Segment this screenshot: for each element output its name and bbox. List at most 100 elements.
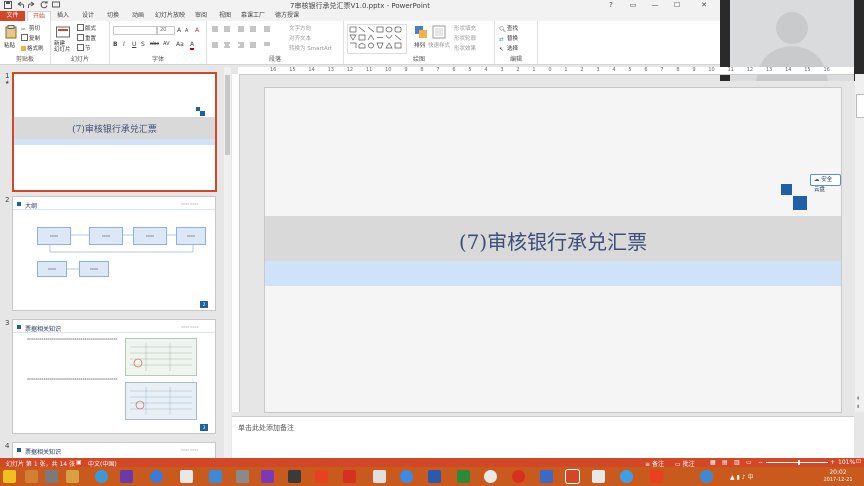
arrange-button[interactable]: 排列 bbox=[414, 41, 425, 49]
select-button[interactable]: ↖ 选择 bbox=[499, 44, 518, 54]
text-direction-button[interactable]: 文字方向 bbox=[289, 24, 311, 32]
thumbnail-scrollbar[interactable] bbox=[224, 67, 231, 458]
slide-scrollbar[interactable]: ⇞ ⇟ bbox=[855, 74, 864, 412]
zoom-slider-thumb[interactable] bbox=[798, 460, 800, 465]
next-slide-icon[interactable]: ⇟ bbox=[856, 404, 863, 410]
tab-view[interactable]: 视图 bbox=[214, 11, 236, 21]
taskbar-app-icon[interactable] bbox=[373, 470, 386, 483]
copy-button[interactable]: 复制 bbox=[21, 34, 40, 42]
secure-cloud-badge[interactable]: ☁ 安全云盘 bbox=[810, 174, 841, 193]
clear-format-button[interactable]: A bbox=[195, 27, 199, 34]
grow-font-button[interactable]: A bbox=[177, 27, 181, 34]
slide-canvas[interactable]: (7)审核银行承兑汇票 ☁ 安全云盘 bbox=[264, 87, 842, 413]
taskbar-app-icon[interactable] bbox=[620, 470, 633, 483]
help-icon[interactable]: ? bbox=[600, 0, 622, 11]
shapes-gallery[interactable] bbox=[347, 24, 407, 54]
clock-time[interactable]: 20:02 bbox=[818, 469, 858, 476]
taskbar-app-icon[interactable] bbox=[315, 470, 328, 483]
slideshow-view-icon[interactable]: ▭ bbox=[746, 459, 752, 466]
font-color-button[interactable]: A bbox=[190, 41, 195, 50]
tab-transitions[interactable]: 切换 bbox=[102, 11, 124, 21]
tray-icons[interactable]: ▲ ▮ ♪ 中 bbox=[730, 472, 753, 481]
slide-thumbnail-2[interactable]: 大纲 XXXX XXXX XXXX XXXX XXXX XXXX XXXX XX… bbox=[12, 196, 216, 311]
section-button[interactable]: 节 bbox=[77, 44, 91, 52]
paste-icon[interactable] bbox=[4, 25, 18, 39]
maximize-button[interactable]: ☐ bbox=[666, 0, 688, 11]
slide-thumbnail-1[interactable]: (7)审核银行承兑汇票 bbox=[12, 72, 217, 192]
tab-mooc-factory[interactable]: 慕课工厂 bbox=[238, 11, 268, 21]
fit-slide-icon[interactable]: ⊡ bbox=[856, 458, 861, 465]
spellcheck-icon[interactable]: ▣ bbox=[76, 459, 82, 466]
word-icon[interactable] bbox=[428, 470, 441, 483]
chrome-icon[interactable] bbox=[484, 470, 497, 483]
tab-insert[interactable]: 插入 bbox=[52, 11, 74, 21]
format-painter-button[interactable]: 格式刷 bbox=[21, 44, 44, 52]
cut-button[interactable]: ✂ 剪切 bbox=[21, 24, 40, 34]
convert-smartart-button[interactable]: 转换为 SmartArt bbox=[289, 44, 332, 52]
taskbar-app-icon[interactable] bbox=[540, 470, 553, 483]
shrink-font-button[interactable]: A bbox=[185, 28, 188, 34]
taskbar-app-icon[interactable] bbox=[180, 470, 193, 483]
new-slide-icon[interactable] bbox=[56, 25, 70, 39]
slide-scroll-thumb[interactable] bbox=[856, 94, 864, 118]
strikethrough-button[interactable]: abc bbox=[150, 41, 159, 47]
align-text-button[interactable]: 对齐文本 bbox=[289, 34, 311, 42]
shadow-button[interactable]: S bbox=[141, 41, 145, 48]
taskbar-app-icon[interactable] bbox=[650, 470, 663, 483]
taskbar-app-icon[interactable] bbox=[236, 470, 249, 483]
arrange-icon[interactable] bbox=[414, 25, 428, 39]
ribbon-display-icon[interactable]: ▭ bbox=[622, 0, 644, 11]
shape-outline-button[interactable]: 形状轮廓 bbox=[454, 34, 476, 42]
zoom-level[interactable]: 101% bbox=[838, 459, 855, 466]
new-slide-button[interactable]: 新建 幻灯片 bbox=[54, 41, 71, 53]
change-case-button[interactable]: Aa bbox=[176, 41, 184, 48]
tab-review[interactable]: 审阅 bbox=[190, 11, 212, 21]
slide-thumbnail-3[interactable]: 票据相关知识 XXXX XXXX XXXXXXXXXXXXXXXXXXXXXXX… bbox=[12, 319, 216, 434]
taskbar-app-icon[interactable] bbox=[288, 470, 301, 483]
taskbar-app-icon[interactable] bbox=[150, 470, 163, 483]
taskbar-app-icon[interactable] bbox=[400, 470, 413, 483]
normal-view-icon[interactable]: ▦ bbox=[710, 459, 716, 466]
shape-fill-button[interactable]: 形状填充 bbox=[454, 24, 476, 32]
zoom-slider[interactable] bbox=[766, 460, 828, 465]
powerpoint-icon[interactable] bbox=[565, 469, 580, 484]
font-name-combo[interactable] bbox=[113, 26, 157, 35]
slide-thumbnail-4[interactable]: 票据相关知识 XXXX XXXX bbox=[12, 442, 216, 459]
bold-button[interactable]: B bbox=[113, 41, 118, 48]
quick-styles-icon[interactable] bbox=[432, 25, 446, 39]
reading-view-icon[interactable]: ▥ bbox=[734, 459, 740, 466]
paragraph-tools-icon[interactable] bbox=[210, 25, 280, 55]
taskbar-app-icon[interactable] bbox=[343, 470, 356, 483]
visual-studio-icon[interactable] bbox=[120, 470, 133, 483]
close-button[interactable]: ✕ bbox=[688, 0, 720, 11]
clock-date[interactable]: 2017-12-21 bbox=[818, 477, 858, 483]
taskbar-app-icon[interactable] bbox=[457, 470, 470, 483]
taskbar-app-icon[interactable] bbox=[45, 470, 58, 483]
tab-defang-teaching[interactable]: 德方授课 bbox=[272, 11, 302, 21]
zoom-in-button[interactable]: + bbox=[830, 459, 835, 466]
tab-file[interactable]: 文件 bbox=[0, 11, 25, 21]
taskbar-app-icon[interactable] bbox=[25, 470, 38, 483]
prev-slide-icon[interactable]: ⇞ bbox=[856, 396, 863, 402]
tab-slideshow[interactable]: 幻灯片放映 bbox=[152, 11, 188, 21]
tray-icon[interactable] bbox=[700, 470, 713, 483]
taskbar-app-icon[interactable] bbox=[512, 470, 525, 483]
slide-title[interactable]: (7)审核银行承兑汇票 bbox=[265, 226, 841, 255]
find-button[interactable]: 🔍︎查找 bbox=[499, 24, 518, 34]
taskbar-app-icon[interactable] bbox=[209, 470, 222, 483]
ie-icon[interactable] bbox=[95, 470, 108, 483]
layout-button[interactable]: 版式 bbox=[77, 24, 96, 32]
tab-animations[interactable]: 动画 bbox=[127, 11, 149, 21]
quick-styles-button[interactable]: 快速样式 bbox=[428, 41, 450, 49]
zoom-out-button[interactable]: − bbox=[758, 459, 763, 466]
tab-home[interactable]: 开始 bbox=[27, 11, 51, 21]
underline-button[interactable]: U bbox=[132, 41, 136, 48]
slide-sorter-icon[interactable]: ▤ bbox=[722, 459, 728, 466]
font-size-combo[interactable]: 20 bbox=[157, 26, 175, 35]
replace-button[interactable]: ⇄ 替换 bbox=[499, 34, 518, 44]
notes-pane[interactable]: 单击此处添加备注 bbox=[232, 416, 854, 459]
italic-button[interactable]: I bbox=[123, 41, 125, 48]
char-spacing-button[interactable]: AV bbox=[163, 41, 170, 47]
minimize-button[interactable]: — bbox=[644, 0, 666, 11]
tab-design[interactable]: 设计 bbox=[77, 11, 99, 21]
